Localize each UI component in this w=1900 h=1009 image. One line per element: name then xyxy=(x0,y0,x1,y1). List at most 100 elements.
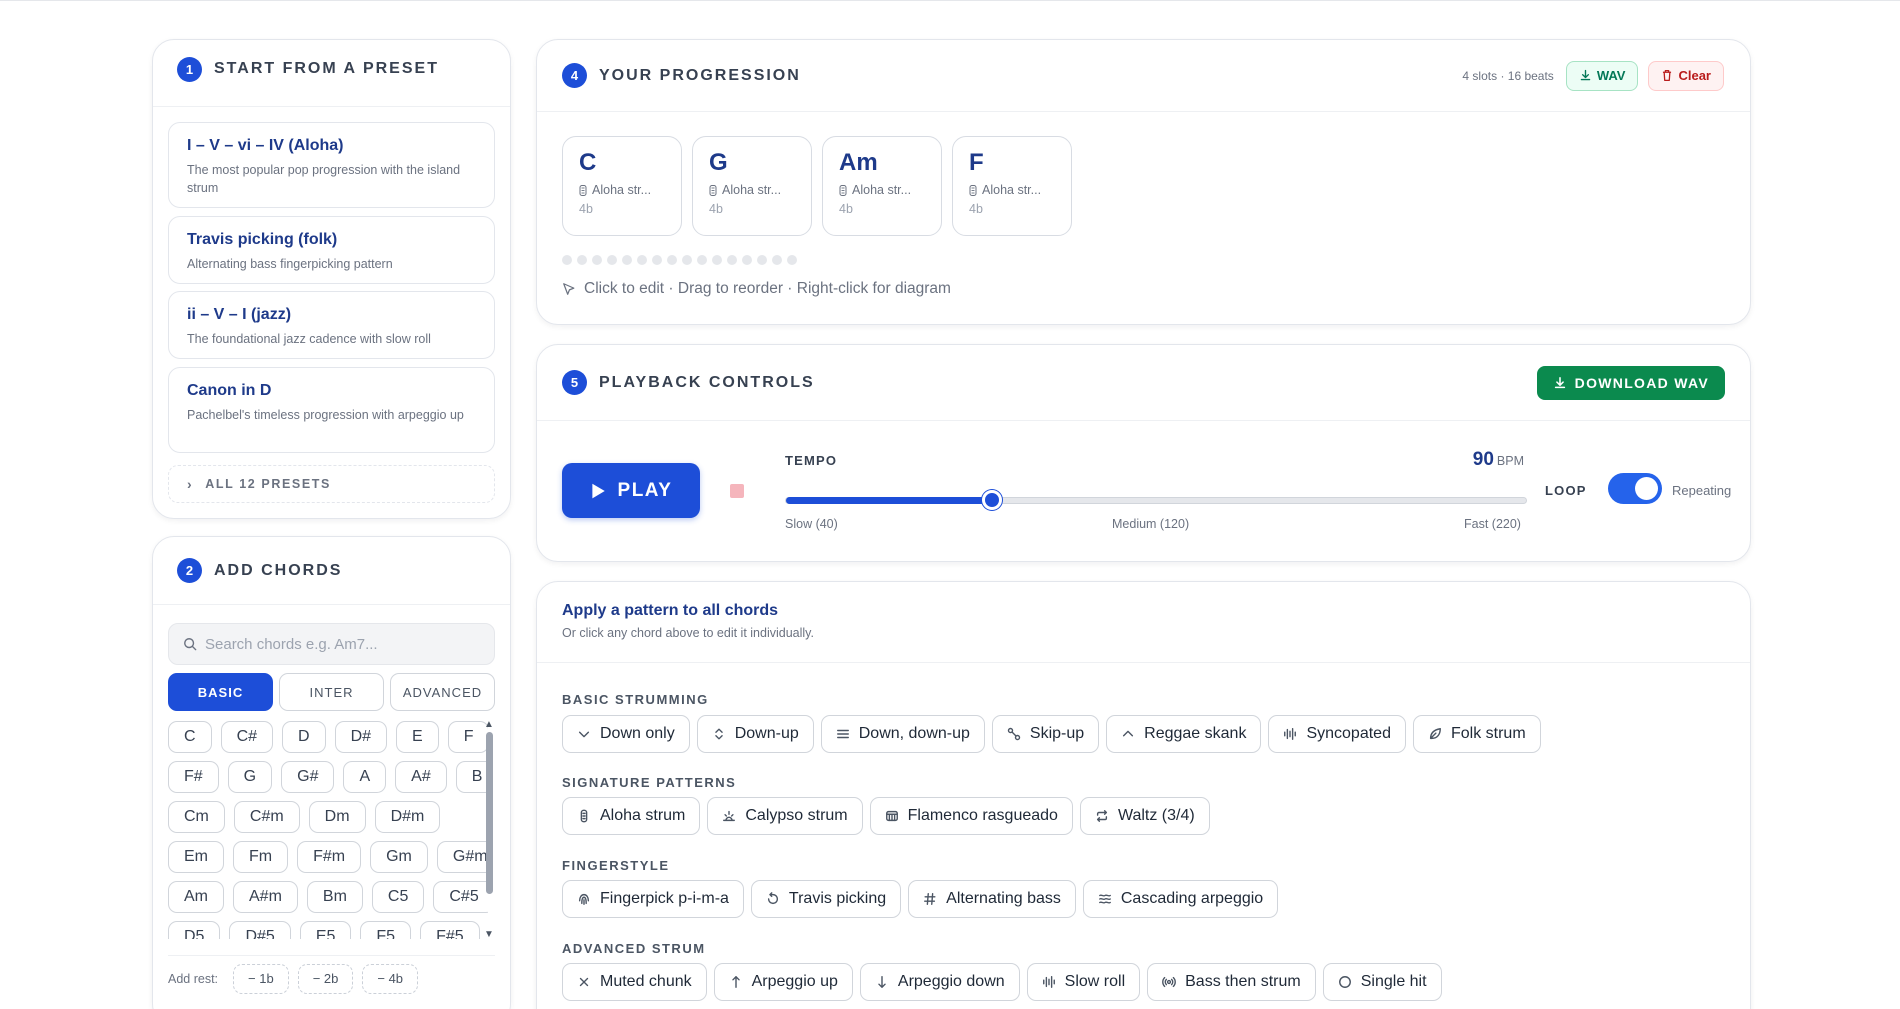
scroll-up-icon[interactable]: ▲ xyxy=(484,719,494,730)
pattern-label: Down, down-up xyxy=(858,725,970,742)
chord-button[interactable]: G# xyxy=(281,761,335,793)
download-wav-button[interactable]: DOWNLOAD WAV xyxy=(1536,365,1725,400)
pattern-button[interactable]: Cascading arpeggio xyxy=(1082,880,1279,918)
chord-button[interactable]: C#5 xyxy=(433,881,488,913)
pattern-button[interactable]: Alternating bass xyxy=(908,880,1076,918)
scroll-down-icon[interactable]: ▼ xyxy=(484,929,494,940)
pattern-button[interactable]: Skip-up xyxy=(991,715,1100,753)
rest-2b-button[interactable]: − 2b xyxy=(297,963,354,994)
chord-button[interactable]: A xyxy=(343,761,387,793)
progression-slot[interactable]: Am Aloha str... 4b xyxy=(822,136,942,236)
pattern-row: Aloha strum Calypso strum Flamenco rasguea… xyxy=(562,797,1210,835)
pattern-button[interactable]: Arpeggio up xyxy=(713,963,853,1001)
chord-button[interactable]: C xyxy=(168,721,212,753)
wav-button[interactable]: WAV xyxy=(1565,60,1639,91)
slot-pattern-label: Aloha str... xyxy=(852,183,912,197)
chord-button[interactable]: D5 xyxy=(168,921,221,939)
pattern-button[interactable]: Arpeggio down xyxy=(859,963,1020,1001)
chord-button[interactable]: Bm xyxy=(306,881,363,913)
pattern-button[interactable]: Reggae skank xyxy=(1106,715,1262,753)
preset-card[interactable]: Travis picking (folk) Alternating bass f… xyxy=(168,216,495,284)
chord-button[interactable]: A#m xyxy=(233,881,298,913)
chord-button[interactable]: D#m xyxy=(374,801,441,833)
pattern-button[interactable]: Slow roll xyxy=(1026,963,1141,1001)
chord-search-input[interactable] xyxy=(205,635,480,653)
chord-button[interactable]: E xyxy=(396,721,439,753)
tempo-slider-thumb[interactable] xyxy=(982,490,1003,510)
clear-button[interactable]: Clear xyxy=(1648,60,1724,91)
pattern-label: Single hit xyxy=(1360,973,1427,990)
stop-button[interactable] xyxy=(730,484,744,498)
pattern-label: Aloha strum xyxy=(600,807,686,824)
chord-button[interactable]: F# xyxy=(168,761,219,793)
tempo-slider[interactable] xyxy=(785,490,1527,510)
chord-button[interactable]: Dm xyxy=(308,801,366,833)
chord-button[interactable]: G#m xyxy=(436,841,488,873)
preset-card[interactable]: ii – V – I (jazz) The foundational jazz … xyxy=(168,291,495,359)
chord-button[interactable]: D xyxy=(282,721,326,753)
slot-chord: Am xyxy=(839,149,878,176)
pattern-button[interactable]: Folk strum xyxy=(1412,715,1541,753)
tab-basic[interactable]: BASIC xyxy=(168,673,273,711)
chord-button[interactable]: F#5 xyxy=(420,921,480,939)
chord-button[interactable]: B xyxy=(455,761,488,793)
pattern-button[interactable]: Waltz (3/4) xyxy=(1079,797,1210,835)
chord-button[interactable]: Gm xyxy=(370,841,428,873)
preset-card[interactable]: Canon in D Pachelbel's timeless progress… xyxy=(168,367,495,453)
pattern-button[interactable]: Down only xyxy=(562,715,690,753)
skip-icon xyxy=(1007,727,1021,741)
progression-slot[interactable]: G Aloha str... 4b xyxy=(692,136,812,236)
pattern-button[interactable]: Flamenco rasgueado xyxy=(869,797,1073,835)
pattern-button[interactable]: Single hit xyxy=(1322,963,1442,1001)
rest-1b-button[interactable]: − 1b xyxy=(233,963,289,994)
patterns-panel: Apply a pattern to all chords Or click a… xyxy=(536,581,1751,1009)
chord-button[interactable]: G xyxy=(227,761,273,793)
tab-advanced[interactable]: ADVANCED xyxy=(390,673,495,711)
rest-4b-button[interactable]: − 4b xyxy=(362,963,419,994)
chord-button[interactable]: C5 xyxy=(371,881,425,913)
chord-search xyxy=(168,623,495,665)
beat-dot xyxy=(712,255,722,265)
chord-button[interactable]: D#5 xyxy=(229,921,291,939)
chord-button[interactable]: D# xyxy=(334,721,388,753)
chord-button[interactable]: Fm xyxy=(233,841,289,873)
chord-button[interactable]: Cm xyxy=(168,801,225,833)
step-badge: 1 xyxy=(177,56,202,82)
all-presets-toggle[interactable]: › ALL 12 PRESETS xyxy=(168,465,495,503)
chord-button[interactable]: A# xyxy=(395,761,447,793)
preset-card[interactable]: I – V – vi – IV (Aloha) The most popular… xyxy=(168,122,495,208)
chord-button[interactable]: F xyxy=(447,721,488,753)
chevron-down-icon xyxy=(578,731,590,738)
progression-slot[interactable]: C Aloha str... 4b xyxy=(562,136,682,236)
pattern-button[interactable]: Down-up xyxy=(696,715,814,753)
chord-button[interactable]: Am xyxy=(168,881,224,913)
pattern-label: Reggae skank xyxy=(1144,725,1247,742)
pattern-button[interactable]: Muted chunk xyxy=(562,963,707,1001)
chord-button[interactable]: F#m xyxy=(297,841,362,873)
tab-inter[interactable]: INTER xyxy=(279,673,384,711)
pattern-button[interactable]: Bass then strum xyxy=(1147,963,1316,1001)
progression-slot[interactable]: F Aloha str... 4b xyxy=(952,136,1072,236)
rest-row: Add rest: − 1b − 2b − 4b xyxy=(168,955,495,995)
loop-toggle-knob xyxy=(1635,477,1658,500)
pattern-button[interactable]: Travis picking xyxy=(750,880,902,918)
pattern-button[interactable]: Fingerpick p-i-m-a xyxy=(562,880,744,918)
chord-grid: C C# D D# E F F# G G# A A# B Cm C#m Dm D#m Em Fm F#m Gm G#m A… xyxy=(168,721,488,939)
pattern-button[interactable]: Calypso strum xyxy=(707,797,863,835)
beat-dot xyxy=(682,255,692,265)
pattern-button[interactable]: Down, down-up xyxy=(820,715,985,753)
preset-name: I – V – vi – IV (Aloha) xyxy=(187,137,344,154)
pattern-button[interactable]: Aloha strum xyxy=(562,797,701,835)
play-button[interactable]: PLAY xyxy=(562,463,700,518)
loop-toggle[interactable] xyxy=(1608,473,1662,504)
chord-button[interactable]: C#m xyxy=(233,801,300,833)
chord-button[interactable]: Em xyxy=(168,841,224,873)
pattern-button[interactable]: Syncopated xyxy=(1268,715,1406,753)
chord-button[interactable]: C# xyxy=(220,721,274,753)
guitar-icon xyxy=(579,184,587,196)
chord-scrollbar[interactable] xyxy=(486,732,493,894)
preset-name: Canon in D xyxy=(187,382,272,399)
chord-button[interactable]: F5 xyxy=(360,921,412,939)
play-icon xyxy=(591,483,605,498)
chord-button[interactable]: E5 xyxy=(299,921,352,939)
